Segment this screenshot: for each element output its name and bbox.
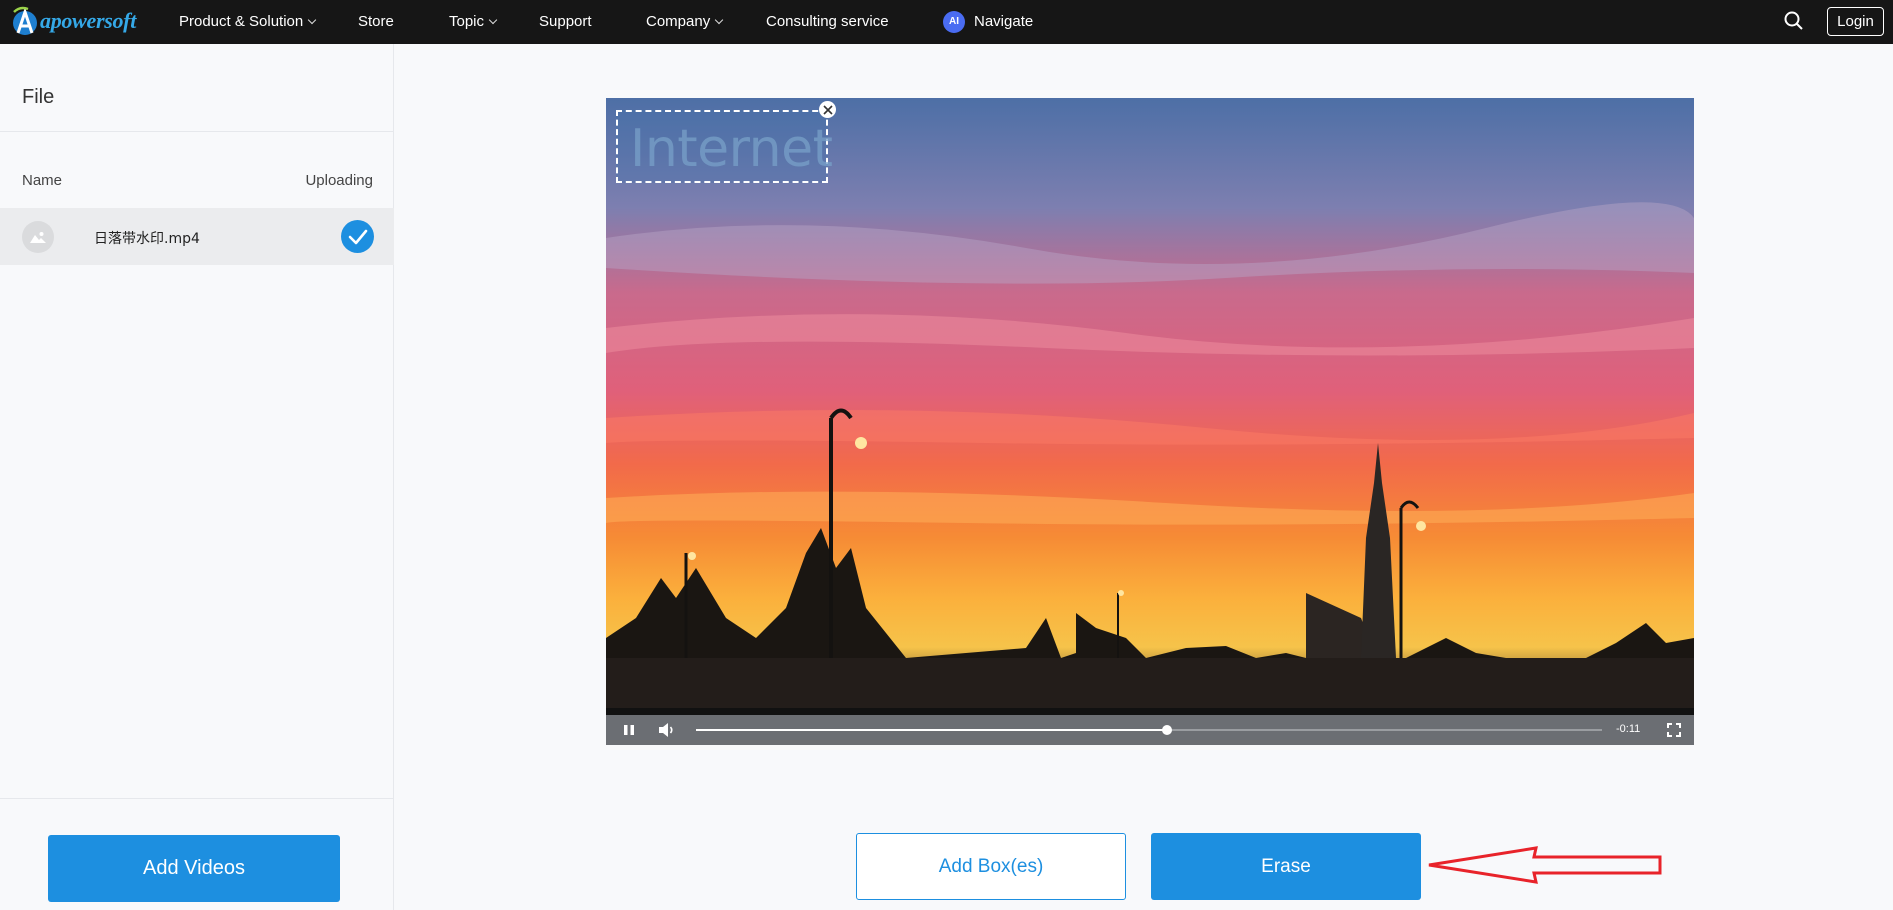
nav-store-label: Store bbox=[358, 13, 394, 30]
watermark-text: Internet bbox=[630, 119, 833, 179]
nav-navigate-label: Navigate bbox=[974, 13, 1034, 30]
file-list-item[interactable]: 日落带水印.mp4 bbox=[0, 208, 394, 265]
check-circle-icon bbox=[341, 220, 374, 253]
nav-consulting-label: Consulting service bbox=[766, 13, 889, 30]
nav-company[interactable]: Company bbox=[646, 0, 724, 44]
file-panel: File Name Uploading 日落带水印.mp4 Add Videos bbox=[0, 44, 394, 910]
watermark-selection-box[interactable]: Internet bbox=[616, 110, 833, 183]
nav-support-label: Support bbox=[539, 13, 592, 30]
apowersoft-logo[interactable]: apowersoft bbox=[12, 4, 136, 38]
search-icon[interactable] bbox=[1783, 10, 1805, 32]
login-button[interactable]: Login bbox=[1827, 7, 1884, 36]
image-icon bbox=[22, 221, 54, 253]
divider bbox=[0, 798, 394, 799]
pause-icon[interactable] bbox=[622, 723, 636, 737]
divider bbox=[0, 131, 394, 132]
video-progress-handle[interactable] bbox=[1162, 725, 1173, 735]
nav-support[interactable]: Support bbox=[539, 0, 592, 44]
nav-company-label: Company bbox=[646, 13, 711, 30]
fullscreen-icon[interactable] bbox=[1667, 723, 1681, 737]
ai-icon: AI bbox=[943, 11, 965, 33]
erase-button[interactable]: Erase bbox=[1151, 833, 1421, 900]
logo-mark-icon bbox=[12, 6, 40, 36]
video-progress-track[interactable] bbox=[696, 725, 1602, 735]
video-frame[interactable]: Internet bbox=[606, 98, 1694, 708]
chevron-down-icon bbox=[488, 15, 498, 25]
column-header-name: Name bbox=[22, 172, 63, 189]
chevron-down-icon bbox=[714, 15, 724, 25]
video-controls: -0:11 bbox=[606, 715, 1694, 745]
nav-topic-label: Topic bbox=[449, 13, 485, 30]
panel-title: File bbox=[22, 86, 55, 108]
volume-icon[interactable] bbox=[658, 722, 676, 738]
close-icon[interactable] bbox=[819, 101, 836, 118]
add-boxes-button[interactable]: Add Box(es) bbox=[856, 833, 1126, 900]
nav-topic[interactable]: Topic bbox=[449, 0, 498, 44]
nav-store[interactable]: Store bbox=[358, 0, 394, 44]
column-header-uploading: Uploading bbox=[305, 172, 373, 189]
chevron-down-icon bbox=[308, 15, 317, 25]
add-videos-button[interactable]: Add Videos bbox=[48, 835, 340, 902]
nav-product-solution-label: Product & Solution bbox=[179, 13, 304, 30]
nav-navigate[interactable]: AI Navigate bbox=[943, 0, 1033, 44]
top-navigation-bar: apowersoft Product & Solution Store Topi… bbox=[0, 0, 1893, 44]
sunset-scene bbox=[606, 98, 1694, 708]
file-name: 日落带水印.mp4 bbox=[94, 231, 200, 247]
nav-product-solution[interactable]: Product & Solution bbox=[179, 0, 317, 44]
nav-consulting-service[interactable]: Consulting service bbox=[766, 0, 889, 44]
annotation-arrow-icon bbox=[1426, 845, 1666, 885]
brand-name: apowersoft bbox=[40, 8, 137, 33]
remaining-time: -0:11 bbox=[1616, 723, 1641, 735]
video-progress-fill bbox=[696, 729, 1168, 731]
video-player: Internet -0:11 bbox=[606, 98, 1694, 745]
